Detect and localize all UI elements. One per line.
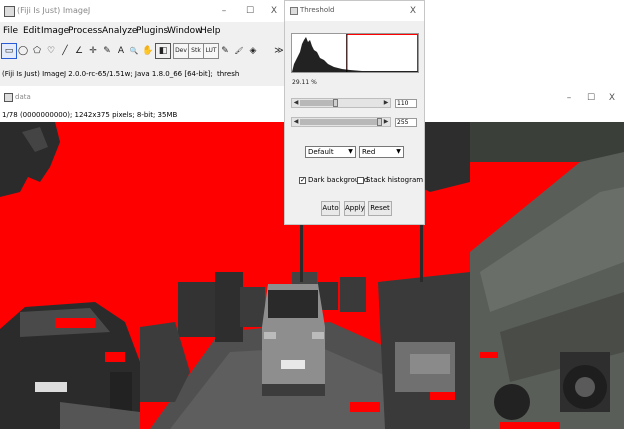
angle-tool-icon[interactable]: ∠: [72, 43, 86, 59]
menu-window[interactable]: Window: [167, 26, 203, 36]
chevron-down-icon: ▼: [396, 148, 401, 155]
image-minimize-button[interactable]: –: [562, 91, 576, 105]
dev-button[interactable]: Dev: [173, 43, 189, 59]
threshold-dialog-icon: [290, 7, 298, 15]
image-window-icon: [4, 93, 13, 102]
method-selected: Default: [308, 148, 334, 156]
point-tool-icon[interactable]: ✛: [86, 43, 100, 59]
slider-left-arrow-icon[interactable]: ◀: [292, 118, 300, 126]
display-dropdown[interactable]: Red ▼: [359, 146, 404, 158]
brush-tool-icon[interactable]: 🖌: [232, 43, 246, 59]
oval-tool-icon[interactable]: ◯: [16, 43, 30, 59]
main-titlebar: (Fiji Is Just) ImageJ – ☐ X: [0, 0, 290, 22]
display-selected: Red: [362, 148, 376, 156]
wand-tool-icon[interactable]: ✎: [100, 43, 114, 59]
histogram-curve: [292, 37, 418, 72]
status-version: (Fiji Is Just) ImageJ 2.0.0-rc-65/1.51w;…: [2, 70, 213, 78]
image-info: 1/78 (0000000000); 1242x375 pixels; 8-bi…: [2, 111, 178, 119]
image-window-title: data: [15, 93, 31, 101]
line-tool-icon[interactable]: ╱: [58, 43, 72, 59]
flood-fill-tool-icon[interactable]: ◈: [246, 43, 260, 59]
image-maximize-button[interactable]: ☐: [584, 91, 598, 105]
text-tool-icon[interactable]: A: [114, 43, 128, 59]
stk-button[interactable]: Stk: [188, 43, 204, 59]
slider-thumb[interactable]: [333, 99, 339, 107]
minimize-button[interactable]: –: [217, 4, 231, 18]
threshold-percentage: 29.11 %: [292, 79, 317, 86]
maximize-button[interactable]: ☐: [243, 4, 257, 18]
menu-plugins[interactable]: Plugins: [136, 26, 168, 36]
pencil-tool-icon[interactable]: ✎: [218, 43, 232, 59]
polygon-tool-icon[interactable]: ⬠: [30, 43, 44, 59]
menu-image[interactable]: Image: [41, 26, 69, 36]
method-dropdown[interactable]: Default ▼: [305, 146, 356, 158]
status-tool: thresh: [217, 70, 240, 78]
menu-edit[interactable]: Edit: [23, 26, 40, 36]
lower-threshold-value[interactable]: 110: [395, 99, 417, 108]
slider-left-arrow-icon[interactable]: ◀: [292, 99, 300, 107]
upper-threshold-value[interactable]: 255: [395, 118, 417, 127]
threshold-dialog: Threshold X 29.11 % ◀ ▶ 110 ◀ ▶ 255 Defa…: [284, 0, 425, 225]
menu-analyze[interactable]: Analyze: [102, 26, 137, 36]
auto-button[interactable]: Auto: [321, 201, 340, 216]
tool-bar: ▭ ◯ ⬠ ♡ ╱ ∠ ✛ ✎ A 🔍 ✋ ◧ Dev Stk LUT ✎ 🖌 …: [0, 41, 290, 63]
menu-help[interactable]: Help: [200, 26, 221, 36]
upper-threshold-slider[interactable]: ◀ ▶: [291, 117, 391, 127]
slider-fill: [300, 119, 377, 125]
threshold-titlebar: Threshold X: [285, 1, 424, 21]
threshold-histogram[interactable]: [291, 33, 419, 73]
reset-button[interactable]: Reset: [368, 201, 392, 216]
slider-fill: [300, 100, 334, 106]
chevron-down-icon: ▼: [348, 148, 353, 155]
menu-file[interactable]: File: [3, 26, 18, 36]
slider-right-arrow-icon[interactable]: ▶: [382, 118, 390, 126]
color-picker-tool-icon[interactable]: ◧: [155, 43, 171, 59]
freehand-tool-icon[interactable]: ♡: [44, 43, 58, 59]
fiji-app-icon: [4, 6, 15, 17]
lut-button[interactable]: LUT: [203, 43, 219, 59]
dark-background-checkbox[interactable]: ✓: [299, 177, 306, 184]
hand-tool-icon[interactable]: ✋: [141, 43, 155, 59]
main-window-title: (Fiji Is Just) ImageJ: [17, 6, 91, 15]
rectangle-tool-icon[interactable]: ▭: [1, 43, 17, 59]
lower-threshold-slider[interactable]: ◀ ▶: [291, 98, 391, 108]
threshold-close-button[interactable]: X: [406, 4, 420, 18]
threshold-range-highlight: [346, 34, 418, 72]
menu-process[interactable]: Process: [68, 26, 102, 36]
stack-histogram-label: Stack histogram: [366, 176, 424, 184]
fiji-main-window: (Fiji Is Just) ImageJ – ☐ X File Edit Im…: [0, 0, 290, 86]
magnifier-tool-icon[interactable]: 🔍: [127, 43, 141, 59]
menu-bar: File Edit Image Process Analyze Plugins …: [0, 24, 290, 40]
threshold-dialog-title: Threshold: [300, 6, 335, 14]
apply-button[interactable]: Apply: [344, 201, 365, 216]
image-close-button[interactable]: X: [605, 91, 619, 105]
stack-histogram-checkbox[interactable]: [357, 177, 364, 184]
status-bar: (Fiji Is Just) ImageJ 2.0.0-rc-65/1.51w;…: [0, 67, 290, 82]
close-button[interactable]: X: [267, 4, 281, 18]
slider-right-arrow-icon[interactable]: ▶: [382, 99, 390, 107]
